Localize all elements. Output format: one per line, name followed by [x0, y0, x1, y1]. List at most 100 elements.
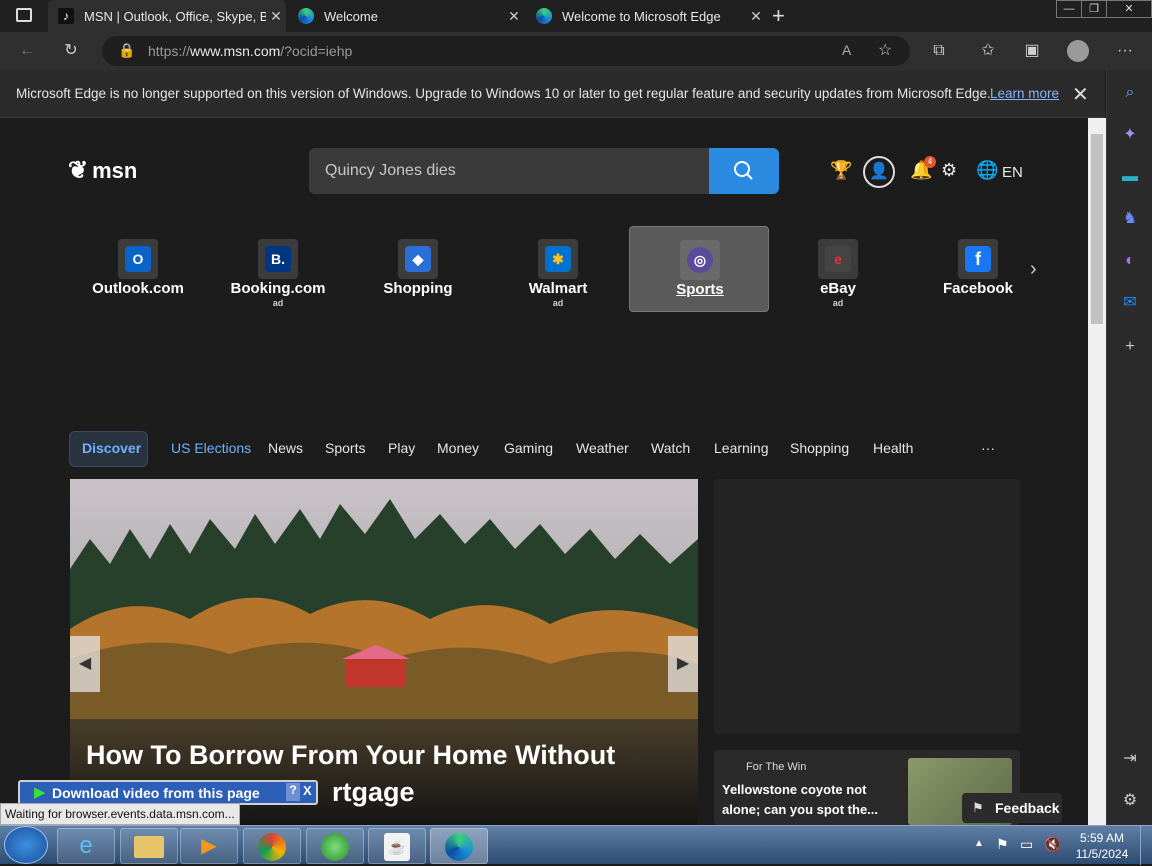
network-icon[interactable]: ▭: [1020, 836, 1033, 853]
settings-icon[interactable]: ⚙: [941, 160, 957, 184]
tray-expand-icon[interactable]: ▲: [974, 838, 984, 849]
taskbar-date: 11/5/2024: [1075, 847, 1129, 861]
quick-link-booking[interactable]: B. Booking.com ad: [208, 226, 348, 312]
search-button[interactable]: [709, 148, 779, 194]
restore-button[interactable]: ❐: [1081, 0, 1107, 18]
tab-actions-icon[interactable]: [16, 8, 32, 22]
help-icon[interactable]: ?: [286, 783, 300, 801]
tab-close-icon[interactable]: ✕: [746, 8, 766, 25]
quick-link-walmart[interactable]: ✱ Walmart ad: [488, 226, 628, 312]
nav-weather[interactable]: Weather: [576, 440, 629, 456]
scrollbar-thumb[interactable]: [1091, 134, 1103, 324]
taskbar-download-manager-icon[interactable]: [306, 828, 364, 864]
nav-shopping[interactable]: Shopping: [790, 440, 849, 456]
page-scrollbar[interactable]: [1088, 118, 1106, 825]
nav-more[interactable]: ···: [981, 440, 995, 456]
learn-more-link[interactable]: Learn more: [990, 86, 1059, 101]
nav-watch[interactable]: Watch: [651, 440, 690, 456]
rewards-icon[interactable]: 🏆: [830, 160, 852, 184]
back-icon[interactable]: ←: [14, 38, 40, 64]
nav-gaming[interactable]: Gaming: [504, 440, 553, 456]
taskbar-media-player-icon[interactable]: ▶: [180, 828, 238, 864]
taskbar-explorer-icon[interactable]: [120, 828, 178, 864]
carousel-next-button[interactable]: ▶: [668, 636, 698, 692]
outlook-icon[interactable]: ✉: [1119, 292, 1141, 314]
close-icon[interactable]: ✕: [1072, 82, 1089, 107]
edge-favicon-icon: [536, 8, 552, 24]
hero-article[interactable]: How To Borrow From Your Home Without rtg…: [70, 479, 698, 825]
office-icon[interactable]: ◐: [1119, 250, 1141, 272]
show-desktop-button[interactable]: [1140, 826, 1152, 865]
account-icon[interactable]: 👤: [863, 156, 895, 188]
favorites-icon[interactable]: ✩: [975, 38, 1001, 64]
volume-muted-icon[interactable]: 🔇: [1044, 836, 1061, 853]
action-center-flag-icon[interactable]: ⚑: [996, 836, 1009, 853]
search-input[interactable]: Quincy Jones dies: [309, 148, 709, 194]
taskbar-java-icon[interactable]: ☕: [368, 828, 426, 864]
add-icon[interactable]: +: [1119, 336, 1141, 358]
language-label[interactable]: EN: [1002, 164, 1023, 181]
quick-link-sports[interactable]: ◎ Sports: [629, 226, 769, 312]
nav-us-elections[interactable]: US Elections: [171, 440, 251, 456]
carousel-prev-button[interactable]: ◀: [70, 636, 100, 692]
address-bar[interactable]: 🔒 https://www.msn.com/?ocid=iehp A ☆: [102, 36, 910, 66]
download-video-bar[interactable]: ▶ Download video from this page ? X: [18, 780, 318, 805]
taskbar-chrome-icon[interactable]: [243, 828, 301, 864]
start-button[interactable]: [4, 826, 48, 864]
search-icon: [734, 161, 753, 180]
read-aloud-icon[interactable]: A: [842, 42, 851, 58]
hide-sidebar-icon[interactable]: ⇥: [1119, 748, 1141, 770]
new-tab-button[interactable]: +: [772, 3, 785, 29]
refresh-icon[interactable]: ↻: [58, 38, 84, 64]
tab-welcome[interactable]: Welcome ✕: [288, 0, 524, 32]
hero-headline-line-1: How To Borrow From Your Home Without: [86, 740, 616, 770]
feedback-button[interactable]: ⚑ Feedback: [962, 793, 1062, 823]
add-favorite-icon[interactable]: ☆: [878, 40, 892, 60]
url-text[interactable]: https://www.msn.com/?ocid=iehp: [148, 43, 352, 59]
taskbar-ie-icon[interactable]: e: [57, 828, 115, 864]
quick-link-outlook[interactable]: O Outlook.com: [68, 226, 208, 312]
more-menu-icon[interactable]: ···: [1112, 38, 1138, 64]
msn-logo[interactable]: ❦ msn: [68, 156, 137, 185]
nav-discover-label[interactable]: Discover: [82, 440, 141, 456]
nav-health[interactable]: Health: [873, 440, 913, 456]
shopping-tag-icon: ◆: [398, 239, 438, 279]
search-icon[interactable]: ⌕: [1119, 82, 1141, 104]
address-toolbar: ← ↻ 🔒 https://www.msn.com/?ocid=iehp A ☆…: [0, 32, 1152, 70]
games-icon[interactable]: ♞: [1119, 208, 1141, 230]
nav-money[interactable]: Money: [437, 440, 479, 456]
copilot-icon[interactable]: ✦: [1119, 124, 1141, 146]
quick-link-facebook[interactable]: f Facebook: [908, 226, 1048, 312]
status-text: Waiting for browser.events.data.msn.com.…: [5, 807, 235, 821]
ad-badge: ad: [272, 298, 284, 308]
settings-icon[interactable]: ⚙: [1119, 790, 1141, 812]
url-host: www.msn.com: [190, 43, 281, 59]
extensions-icon[interactable]: ⧉: [926, 38, 952, 64]
taskbar-clock[interactable]: 5:59 AM 11/5/2024: [1072, 830, 1132, 862]
tab-close-icon[interactable]: ✕: [504, 8, 524, 25]
nav-news[interactable]: News: [268, 440, 303, 456]
tab-title: MSN | Outlook, Office, Skype, Bing: [84, 8, 266, 24]
close-window-button[interactable]: ✕: [1106, 0, 1152, 18]
profile-avatar[interactable]: [1067, 40, 1089, 62]
minimize-button[interactable]: —: [1056, 0, 1082, 18]
collections-icon[interactable]: ▣: [1019, 38, 1045, 64]
facebook-icon: f: [958, 239, 998, 279]
download-video-label[interactable]: Download video from this page: [52, 785, 260, 801]
taskbar-edge-icon[interactable]: [430, 828, 488, 864]
lock-icon[interactable]: 🔒: [118, 42, 135, 59]
quick-link-shopping[interactable]: ◆ Shopping: [348, 226, 488, 312]
chevron-right-icon[interactable]: ›: [1030, 258, 1037, 281]
msn-butterfly-icon: ❦: [68, 157, 89, 184]
shopping-icon[interactable]: ▬: [1119, 166, 1141, 188]
close-icon[interactable]: X: [303, 783, 312, 798]
tab-welcome-edge[interactable]: Welcome to Microsoft Edge ✕: [526, 0, 766, 32]
nav-sports[interactable]: Sports: [325, 440, 365, 456]
nav-learning[interactable]: Learning: [714, 440, 769, 456]
tab-msn[interactable]: ♪ MSN | Outlook, Office, Skype, Bing ✕: [48, 0, 286, 32]
tab-close-icon[interactable]: ✕: [266, 8, 286, 25]
quick-link-label: Booking.com: [230, 280, 326, 297]
nav-play[interactable]: Play: [388, 440, 415, 456]
language-globe-icon[interactable]: 🌐: [976, 160, 998, 184]
quick-link-ebay[interactable]: e eBay ad: [768, 226, 908, 312]
